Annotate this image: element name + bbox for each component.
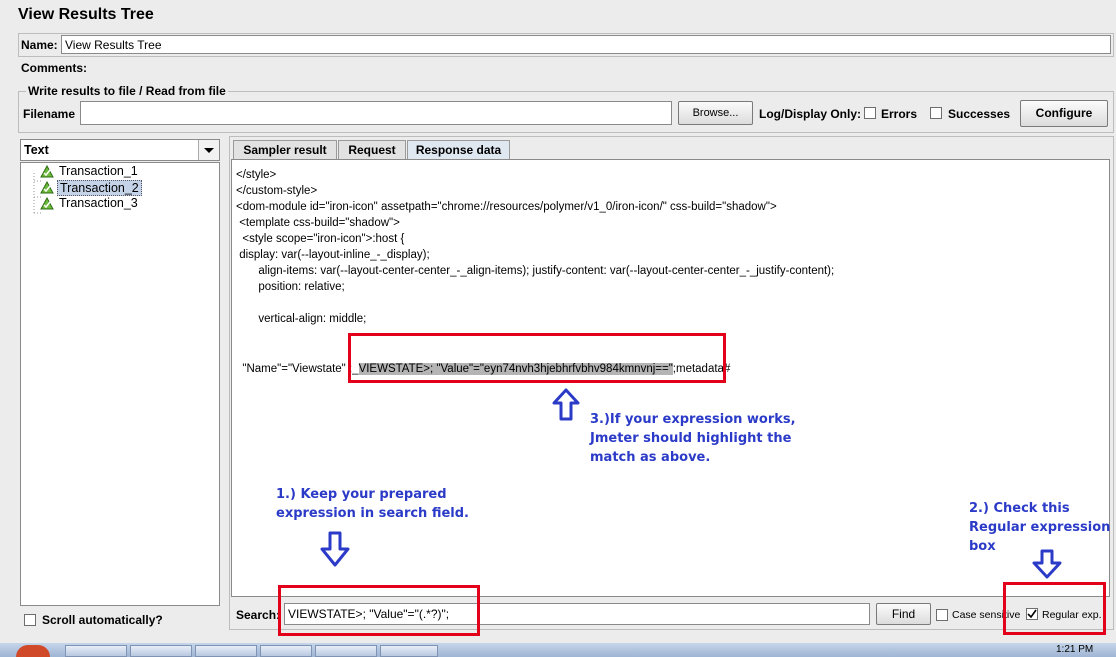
case-sensitive-checkbox[interactable] xyxy=(936,609,948,621)
chevron-down-icon[interactable] xyxy=(198,140,219,160)
regex-annotation-box xyxy=(1003,582,1106,635)
note-3-line: Jmeter should highlight the xyxy=(590,431,792,446)
response-line: vertical-align: middle; xyxy=(236,313,367,325)
response-line: display: var(--layout-inline_-_display); xyxy=(236,249,430,261)
comments-label: Comments: xyxy=(21,61,88,75)
taskbar-app-button[interactable] xyxy=(315,645,377,657)
match-annotation-box xyxy=(348,333,726,383)
renderer-select-value: Text xyxy=(24,143,49,157)
arrow-down-icon xyxy=(320,531,350,567)
response-line: <style scope="iron-icon">:host { xyxy=(236,233,405,245)
filename-label: Filename xyxy=(23,107,76,121)
arrow-up-icon xyxy=(552,388,580,421)
search-label: Search: xyxy=(236,608,281,622)
tree-item-label: Transaction_1 xyxy=(59,164,138,178)
tab-response-data[interactable]: Response data xyxy=(407,140,510,159)
taskbar-app-button[interactable] xyxy=(65,645,127,657)
tree-item-label: Transaction_3 xyxy=(59,196,138,210)
comments-field[interactable] xyxy=(90,58,1110,76)
filename-input[interactable] xyxy=(80,101,672,125)
response-line: </custom-style> xyxy=(236,185,318,197)
tree-item-3[interactable]: Transaction_3 xyxy=(40,196,150,212)
name-field[interactable]: View Results Tree xyxy=(61,35,1111,54)
tab-sampler-result[interactable]: Sampler result xyxy=(233,140,337,159)
match-prefix: "Name"="Viewstate" ;_ xyxy=(242,363,359,375)
renderer-select[interactable]: Text xyxy=(20,139,220,161)
errors-label: Errors xyxy=(881,107,918,121)
taskbar-app-button[interactable] xyxy=(195,645,257,657)
configure-button[interactable]: Configure xyxy=(1020,100,1108,127)
browse-button[interactable]: Browse... xyxy=(678,101,753,125)
taskbar-clock: 1:21 PM xyxy=(1056,644,1094,655)
search-annotation-box xyxy=(278,585,480,636)
note-3-line: 3.)If your expression works, xyxy=(590,412,796,427)
taskbar-app-button[interactable] xyxy=(380,645,438,657)
start-orb-icon[interactable] xyxy=(16,645,50,657)
name-label: Name: xyxy=(21,38,58,52)
note-3-line: match as above. xyxy=(590,450,711,465)
response-line: align-items: var(--layout-center-center_… xyxy=(236,265,835,277)
note-3: 3.)If your expression works, Jmeter shou… xyxy=(590,410,796,467)
response-line: </style> xyxy=(236,169,277,181)
success-triangle-icon xyxy=(40,165,54,178)
results-tree xyxy=(20,162,220,606)
note-1-line: expression in search field. xyxy=(276,506,469,521)
success-triangle-icon xyxy=(40,197,54,210)
tree-item-1[interactable]: Transaction_1 xyxy=(40,164,150,180)
arrow-down-icon xyxy=(1032,549,1062,579)
note-1-line: 1.) Keep your prepared xyxy=(276,487,447,502)
tree-item-label-selected: Transaction_2 xyxy=(57,180,142,196)
successes-checkbox[interactable] xyxy=(930,107,942,119)
note-2-line: 2.) Check this xyxy=(969,501,1070,516)
note-2-line: Regular expression xyxy=(969,520,1111,535)
note-1: 1.) Keep your prepared expression in sea… xyxy=(276,485,469,523)
window-title: View Results Tree xyxy=(18,6,154,23)
response-line: position: relative; xyxy=(236,281,345,293)
response-line: <template css-build="shadow"> xyxy=(236,217,400,229)
file-group-legend: Write results to file / Read from file xyxy=(26,84,228,98)
taskbar-app-button[interactable] xyxy=(260,645,312,657)
success-triangle-icon xyxy=(40,181,54,194)
find-button[interactable]: Find xyxy=(876,603,931,625)
errors-checkbox[interactable] xyxy=(864,107,876,119)
tree-item-2[interactable]: Transaction_2 xyxy=(40,180,150,196)
tab-request[interactable]: Request xyxy=(338,140,406,159)
successes-label: Successes xyxy=(948,107,1011,121)
response-line: <dom-module id="iron-icon" assetpath="ch… xyxy=(236,201,777,213)
log-display-label: Log/Display Only: xyxy=(759,107,862,121)
taskbar-app-button[interactable] xyxy=(130,645,192,657)
scroll-auto-label: Scroll automatically? xyxy=(42,613,163,627)
scroll-auto-checkbox[interactable] xyxy=(24,614,36,626)
